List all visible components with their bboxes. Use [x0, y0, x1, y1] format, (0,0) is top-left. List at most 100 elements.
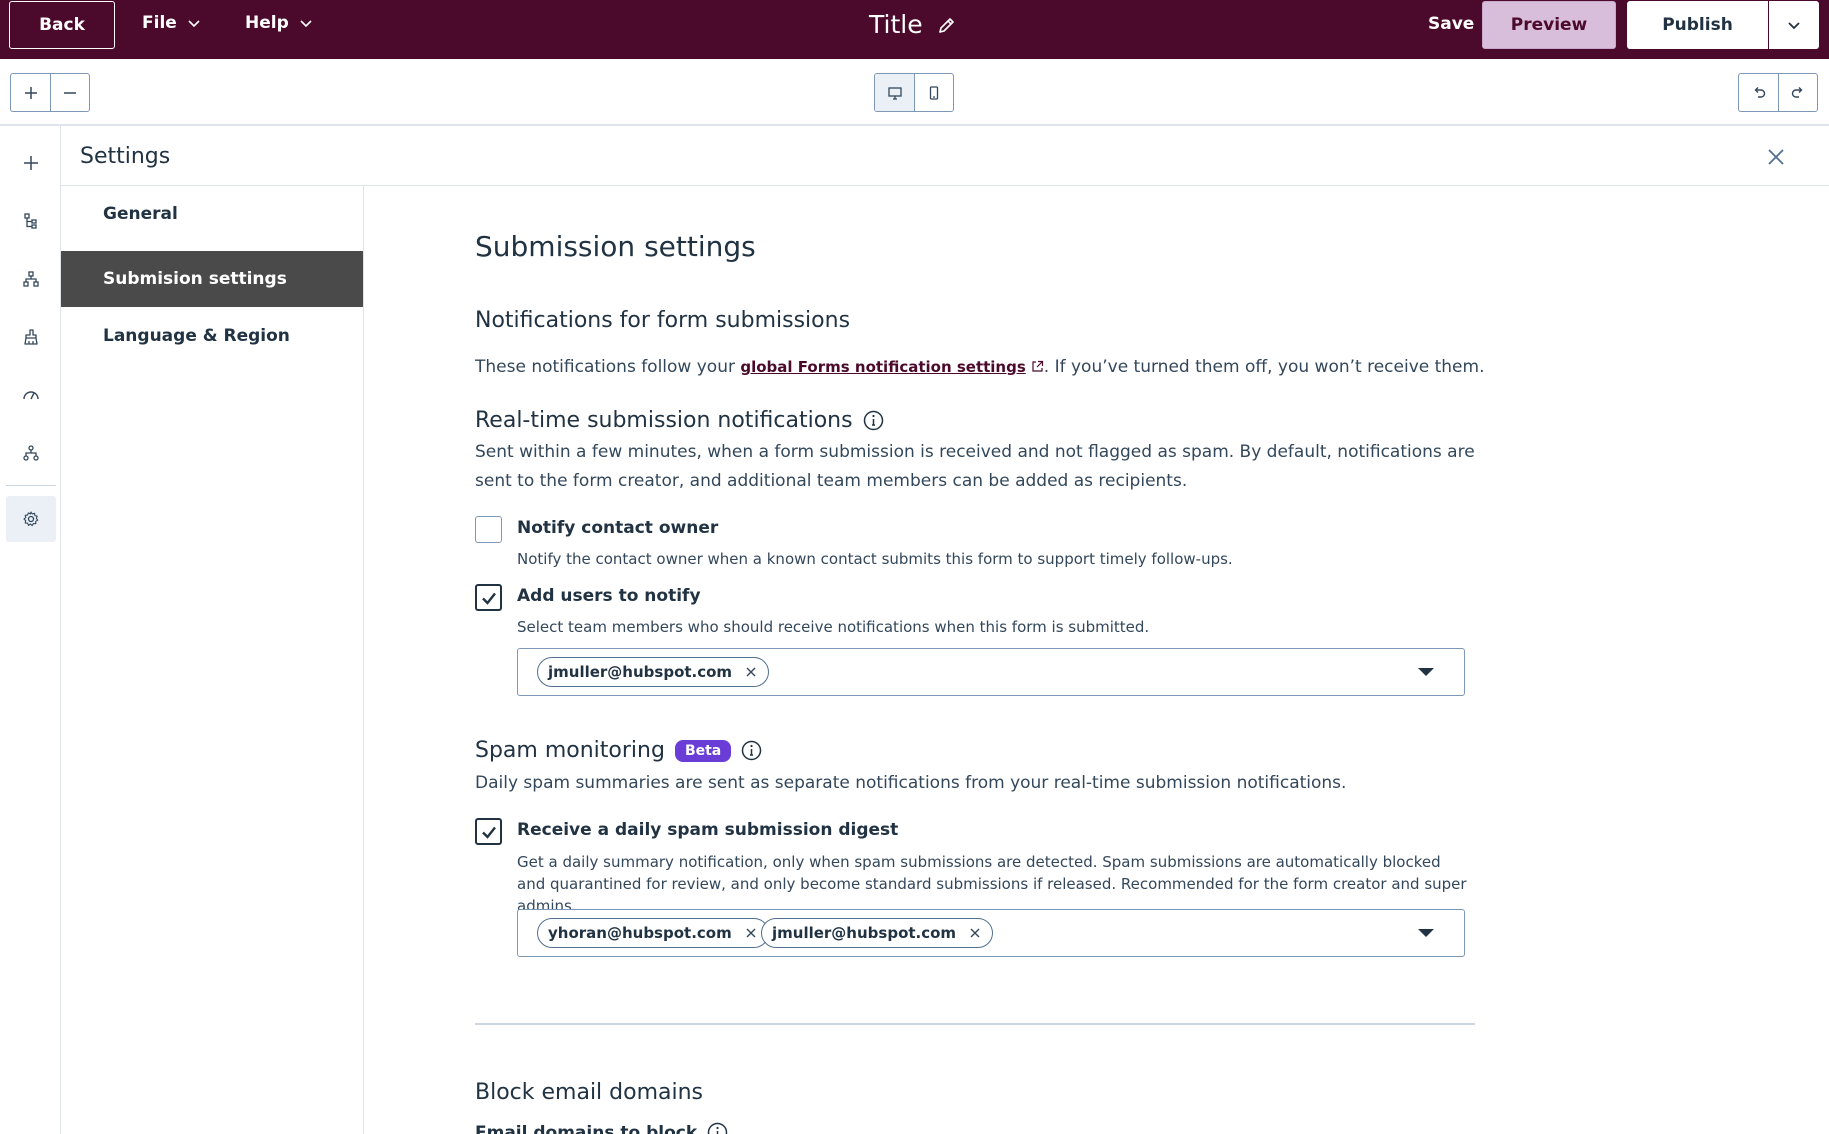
undo-button[interactable] — [1739, 74, 1778, 111]
brush-icon — [24, 329, 38, 345]
close-icon[interactable] — [746, 928, 756, 938]
section-divider — [475, 1023, 1475, 1025]
recipient-chip-label: jmuller@hubspot.com — [772, 924, 957, 942]
rail-workflow-button[interactable] — [6, 430, 56, 476]
caret-down-icon — [1418, 668, 1434, 676]
notify-users-select[interactable]: jmuller@hubspot.com — [517, 648, 1465, 696]
settings-nav-submission[interactable]: Submision settings — [61, 251, 363, 307]
rail-performance-button[interactable] — [6, 372, 56, 418]
notify-owner-help: Notify the contact owner when a known co… — [517, 550, 1233, 568]
settings-title: Settings — [80, 144, 171, 169]
desktop-icon — [887, 86, 902, 100]
page-title: Submission settings — [475, 230, 756, 263]
close-icon[interactable] — [1765, 146, 1787, 168]
add-users-help: Select team members who should receive n… — [517, 618, 1150, 636]
save-button[interactable]: Save — [1428, 14, 1474, 34]
notifications-text-before: These notifications follow your — [475, 357, 741, 377]
workflow-icon — [23, 445, 39, 461]
zoom-controls — [10, 73, 90, 112]
form-title[interactable]: Title — [869, 10, 957, 39]
rail-structure-button[interactable] — [6, 198, 56, 244]
recipient-chip: jmuller@hubspot.com — [537, 657, 770, 687]
file-menu-label: File — [142, 13, 177, 33]
spam-heading: Spam monitoring Beta — [475, 738, 762, 763]
block-domains-sublabel: Email domains to block — [475, 1122, 728, 1134]
close-icon[interactable] — [746, 667, 756, 677]
realtime-heading-text: Real-time submission notifications — [475, 408, 853, 433]
checkmark-icon — [481, 592, 496, 605]
minus-icon — [64, 91, 76, 94]
notifications-heading-text: Notifications for form submissions — [475, 308, 851, 333]
settings-nav-general[interactable]: General — [61, 186, 363, 242]
settings-nav: General Submision settings Language & Re… — [61, 186, 364, 1134]
recipient-chip: yhoran@hubspot.com — [537, 918, 769, 948]
recipient-chip-label: jmuller@hubspot.com — [548, 663, 733, 681]
redo-button[interactable] — [1778, 74, 1817, 111]
rail-style-button[interactable] — [6, 314, 56, 360]
rail-logic-button[interactable] — [6, 256, 56, 302]
zoom-in-button[interactable] — [11, 74, 50, 111]
tree-icon — [24, 213, 37, 229]
settings-header: Settings — [61, 126, 1829, 186]
gauge-icon — [23, 391, 39, 400]
notifications-text-after: . If you’ve turned them off, you won’t r… — [1043, 357, 1485, 377]
beta-badge: Beta — [674, 739, 732, 762]
plus-icon — [24, 156, 38, 170]
global-notification-settings-link[interactable]: global Forms notification settings — [740, 358, 1025, 376]
redo-icon — [1791, 86, 1803, 98]
spam-digest-help: Get a daily summary notification, only w… — [517, 853, 1467, 915]
plus-icon — [24, 86, 37, 99]
chevron-down-icon — [300, 20, 312, 28]
left-rail — [0, 126, 61, 1134]
spam-heading-text: Spam monitoring — [475, 738, 665, 763]
notify-owner-checkbox[interactable] — [475, 516, 502, 543]
device-view-toggle — [874, 73, 954, 112]
block-domains-heading-text: Block email domains — [475, 1080, 704, 1105]
settings-nav-language[interactable]: Language & Region — [61, 308, 363, 364]
spam-digest-label[interactable]: Receive a daily spam submission digest — [517, 820, 898, 840]
editor-toolbar — [0, 59, 1829, 126]
mobile-icon — [929, 85, 939, 100]
recipient-chip-label: yhoran@hubspot.com — [548, 924, 732, 942]
add-users-label[interactable]: Add users to notify — [517, 586, 701, 606]
undo-icon — [1754, 86, 1765, 98]
help-menu[interactable]: Help — [245, 13, 313, 33]
mobile-view-button[interactable] — [914, 74, 953, 111]
recipient-chip: jmuller@hubspot.com — [761, 918, 994, 948]
preview-button[interactable]: Preview — [1482, 1, 1616, 49]
notifications-description: These notifications follow your global F… — [475, 353, 1484, 382]
hierarchy-icon — [23, 271, 39, 287]
publish-button[interactable]: Publish — [1627, 1, 1768, 49]
rail-settings-button[interactable] — [6, 496, 56, 542]
info-icon[interactable] — [741, 740, 762, 761]
spam-description: Daily spam summaries are sent as separat… — [475, 773, 1347, 793]
history-controls — [1738, 73, 1818, 112]
spam-recipients-select[interactable]: yhoran@hubspot.com jmuller@hubspot.com — [517, 909, 1465, 957]
spam-digest-checkbox[interactable] — [475, 818, 502, 845]
block-domains-sublabel-text: Email domains to block — [475, 1122, 698, 1134]
chevron-down-icon — [1788, 22, 1800, 30]
publish-dropdown-button[interactable] — [1769, 1, 1819, 49]
realtime-heading: Real-time submission notifications — [475, 408, 884, 433]
chevron-down-icon — [188, 20, 200, 28]
zoom-out-button[interactable] — [50, 74, 89, 111]
rail-divider — [6, 485, 56, 486]
close-icon[interactable] — [970, 928, 980, 938]
info-icon[interactable] — [863, 410, 884, 431]
gear-icon — [23, 511, 39, 527]
top-bar: Back File Help Title Save Preview Publis… — [0, 0, 1829, 59]
add-users-checkbox[interactable] — [475, 584, 502, 611]
back-button[interactable]: Back — [9, 1, 115, 49]
notifications-heading: Notifications for form submissions — [475, 308, 850, 333]
info-icon[interactable] — [707, 1122, 728, 1134]
help-menu-label: Help — [245, 13, 289, 33]
form-title-text: Title — [869, 10, 923, 39]
rail-add-button[interactable] — [6, 140, 56, 186]
file-menu[interactable]: File — [142, 13, 201, 33]
external-link-icon — [1032, 360, 1043, 372]
realtime-description: Sent within a few minutes, when a form s… — [475, 442, 1475, 491]
pencil-icon[interactable] — [937, 15, 957, 35]
notify-owner-label[interactable]: Notify contact owner — [517, 518, 718, 538]
block-domains-heading: Block email domains — [475, 1080, 703, 1105]
desktop-view-button[interactable] — [875, 74, 914, 111]
